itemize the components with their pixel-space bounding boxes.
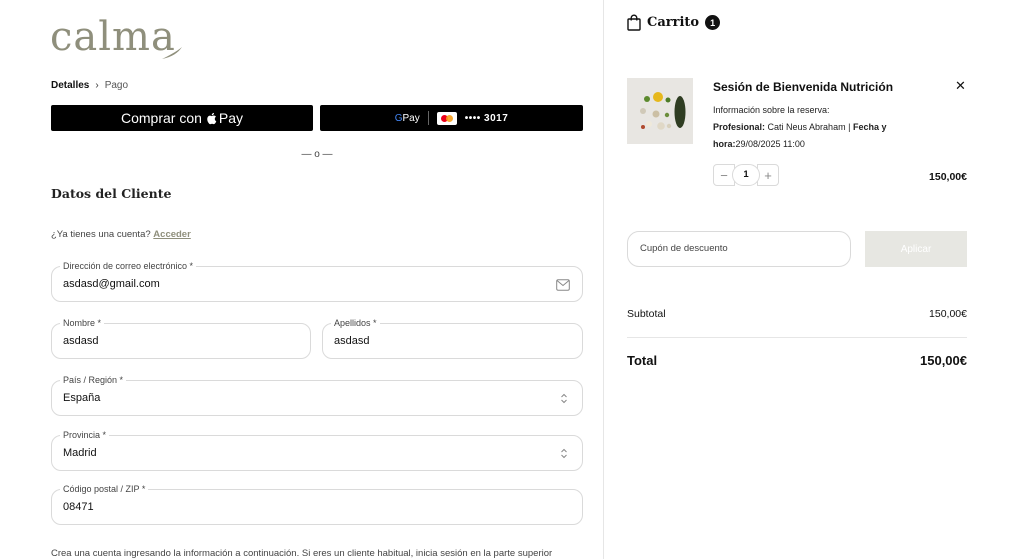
- google-g-letter: G: [394, 112, 403, 124]
- last-name-label: Apellidos *: [331, 318, 380, 328]
- booking-info-heading: Información sobre la reserva:: [713, 105, 830, 115]
- cart-count-badge: 1: [705, 15, 721, 30]
- country-select[interactable]: País / Región * España: [51, 375, 583, 416]
- booking-info: Información sobre la reserva: Profesiona…: [713, 102, 913, 153]
- total-value: 150,00€: [920, 353, 967, 368]
- cart-title: Carrito: [647, 15, 700, 30]
- item-price: 150,00€: [929, 171, 967, 183]
- shopping-bag-icon: [627, 14, 641, 31]
- province-select[interactable]: Provincia * Madrid: [51, 430, 583, 471]
- first-name-field[interactable]: Nombre *: [51, 318, 311, 359]
- or-divider: — o —: [301, 149, 333, 160]
- quantity-stepper: − 1 +: [713, 164, 779, 186]
- date-label-second: hora:: [713, 139, 736, 149]
- remove-item-icon[interactable]: ✕: [955, 78, 966, 94]
- login-link[interactable]: Acceder: [153, 229, 191, 240]
- professional-value: Cati Neus Abraham: [767, 122, 846, 132]
- email-label: Dirección de correo electrónico *: [60, 261, 197, 271]
- coupon-input[interactable]: [640, 243, 830, 254]
- mastercard-icon: [436, 111, 457, 125]
- customer-section-title: Datos del Cliente: [51, 186, 172, 201]
- email-field[interactable]: Dirección de correo electrónico *: [51, 261, 583, 302]
- gpay-divider: [427, 111, 429, 125]
- apple-pay-label: Comprar con: [120, 110, 202, 126]
- mail-icon: [556, 279, 570, 291]
- account-prompt-text: ¿Ya tienes una cuenta?: [51, 229, 151, 240]
- google-pay-word: Pay: [402, 112, 420, 124]
- apple-pay-text: Pay: [218, 110, 244, 126]
- country-label: País / Región *: [60, 375, 127, 385]
- breadcrumb: Detalles › Pago: [51, 80, 128, 91]
- first-name-input[interactable]: [63, 335, 270, 347]
- country-value: España: [63, 392, 101, 404]
- cart-summary-panel: Carrito 1 Sesión de Bienvenida Nutrición…: [605, 0, 1024, 559]
- first-name-label: Nombre *: [60, 318, 105, 328]
- postal-code-field[interactable]: Código postal / ZIP *: [51, 484, 583, 525]
- province-label: Provincia *: [60, 430, 110, 440]
- google-pay-button[interactable]: GPay •••• 3017: [320, 105, 583, 131]
- postal-code-input[interactable]: [63, 501, 487, 513]
- product-name: Sesión de Bienvenida Nutrición: [713, 80, 894, 94]
- coupon-field[interactable]: [627, 231, 851, 267]
- last-name-field[interactable]: Apellidos *: [322, 318, 583, 359]
- professional-label: Profesional:: [713, 122, 766, 132]
- booking-details: Profesional: Cati Neus Abraham | Fecha y…: [713, 119, 913, 153]
- breadcrumb-payment[interactable]: Pago: [105, 80, 128, 91]
- quantity-value[interactable]: 1: [732, 164, 760, 186]
- date-value: 29/08/2025 11:00: [735, 139, 805, 149]
- cart-header: Carrito 1: [627, 14, 721, 31]
- subtotal-value: 150,00€: [929, 308, 967, 320]
- subtotal-row: Subtotal 150,00€: [627, 308, 967, 320]
- email-input[interactable]: [63, 278, 487, 290]
- increase-quantity-button[interactable]: +: [757, 164, 779, 186]
- product-thumbnail: [627, 78, 693, 144]
- vegetables-image: [627, 78, 693, 144]
- info-divider: |: [848, 122, 851, 132]
- apple-logo-icon: [207, 112, 217, 124]
- breadcrumb-details[interactable]: Detalles: [51, 80, 89, 91]
- postal-code-label: Código postal / ZIP *: [60, 484, 149, 494]
- select-arrows-icon: [561, 393, 567, 404]
- brand-logo[interactable]: calma: [50, 14, 176, 60]
- card-last-four: •••• 3017: [464, 112, 509, 124]
- select-arrows-icon: [561, 448, 567, 459]
- google-pay-logo: GPay: [395, 113, 420, 124]
- leaf-icon: [162, 47, 182, 59]
- total-label: Total: [627, 353, 658, 368]
- chevron-right-icon: ›: [95, 80, 99, 91]
- province-value: Madrid: [63, 447, 97, 459]
- account-prompt: ¿Ya tienes una cuenta? Acceder: [51, 229, 191, 240]
- checkout-form-panel: calma Detalles › Pago Comprar con Pay GP…: [0, 0, 604, 559]
- last-name-input[interactable]: [334, 335, 542, 347]
- total-row: Total 150,00€: [627, 353, 967, 368]
- create-account-hint: Crea una cuenta ingresando la informació…: [51, 548, 553, 559]
- subtotal-label: Subtotal: [627, 308, 666, 320]
- date-label-first: Fecha y: [852, 122, 887, 132]
- apple-pay-button[interactable]: Comprar con Pay: [51, 105, 313, 131]
- summary-divider: [627, 337, 967, 338]
- apply-coupon-button[interactable]: Aplicar: [865, 231, 967, 267]
